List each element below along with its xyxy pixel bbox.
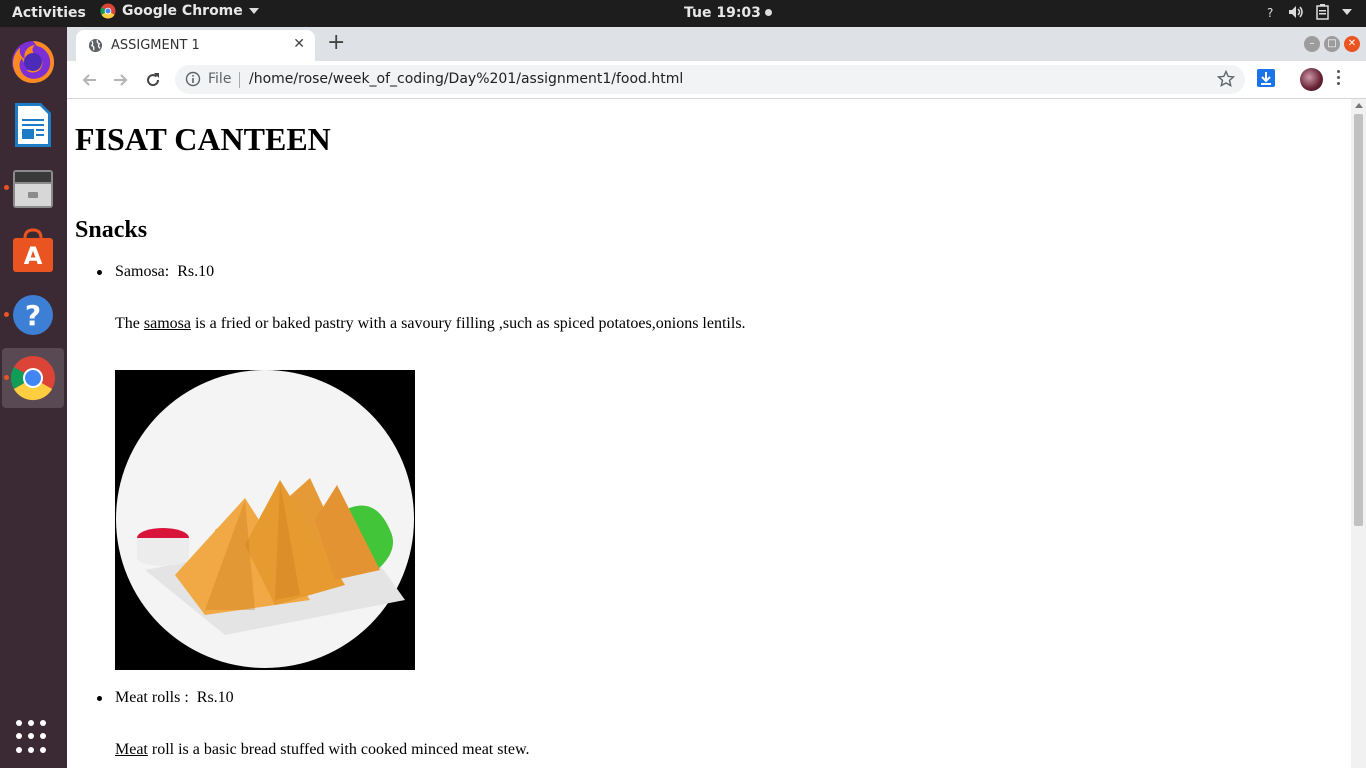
- system-tray[interactable]: ?: [1266, 4, 1352, 20]
- back-icon[interactable]: [78, 69, 100, 91]
- new-tab-button[interactable]: +: [327, 31, 345, 55]
- notification-dot: [764, 9, 772, 16]
- description-text: is a fried or baked pastry with a savour…: [190, 315, 746, 332]
- close-window-button[interactable]: ✕: [1344, 36, 1360, 52]
- maximize-button[interactable]: □: [1324, 36, 1340, 52]
- dock-chrome[interactable]: [2, 348, 64, 408]
- bookmark-star-icon[interactable]: [1217, 70, 1235, 88]
- globe-icon: [88, 38, 103, 53]
- running-indicator: [4, 312, 9, 317]
- system-top-bar: Activities Google Chrome Tue 19:03 ?: [0, 0, 1366, 27]
- download-icon[interactable]: [1257, 69, 1275, 87]
- dock-files[interactable]: [2, 158, 64, 218]
- svg-text:?: ?: [1267, 6, 1273, 19]
- firefox-icon: [12, 41, 55, 83]
- activities-button[interactable]: Activities: [12, 5, 86, 21]
- more-menu-icon[interactable]: [1337, 70, 1340, 85]
- running-indicator: [4, 375, 9, 380]
- window-controls: – □ ✕: [1304, 36, 1360, 52]
- item-label: Samosa: Rs.10: [115, 263, 215, 280]
- software-center-icon: A: [13, 228, 53, 272]
- section-title: Snacks: [75, 217, 148, 243]
- files-icon: [13, 170, 53, 208]
- dock: A ?: [0, 27, 67, 768]
- running-indicator: [4, 185, 9, 190]
- bullet: [97, 696, 102, 701]
- help-tray-icon[interactable]: ?: [1266, 5, 1276, 19]
- dock-firefox[interactable]: [2, 31, 64, 91]
- info-icon[interactable]: [185, 71, 201, 87]
- minimize-button[interactable]: –: [1304, 36, 1320, 52]
- app-menu[interactable]: Google Chrome: [100, 3, 259, 19]
- scroll-up-arrow-icon[interactable]: [1355, 103, 1363, 108]
- svg-text:?: ?: [25, 299, 41, 332]
- description-text: The: [115, 315, 144, 332]
- clock-label: Tue 19:03: [684, 5, 761, 21]
- forward-icon[interactable]: [110, 69, 132, 91]
- system-menu-chevron-icon[interactable]: [1342, 9, 1352, 15]
- item-description-meat-rolls: Meat roll is a basic bread stuffed with …: [115, 741, 530, 759]
- close-tab-icon[interactable]: ✕: [293, 36, 305, 52]
- samosa-link[interactable]: samosa: [144, 315, 191, 332]
- reload-icon[interactable]: [142, 69, 164, 91]
- bullet: [97, 270, 102, 275]
- writer-icon: [15, 103, 51, 147]
- address-separator: [239, 72, 240, 88]
- help-icon: ?: [13, 295, 53, 335]
- tab-strip: ASSIGMENT 1 ✕ + – □ ✕: [67, 27, 1366, 61]
- browser-toolbar: File /home/rose/week_of_coding/Day%201/a…: [67, 61, 1366, 99]
- item-description-samosa: The samosa is a fried or baked pastry wi…: [115, 315, 746, 333]
- list-item-samosa: Samosa: Rs.10: [97, 263, 215, 281]
- meat-link[interactable]: Meat: [115, 741, 148, 758]
- dock-writer[interactable]: [2, 95, 64, 155]
- description-text: roll is a basic bread stuffed with cooke…: [147, 741, 530, 758]
- svg-text:A: A: [24, 242, 43, 270]
- browser-window: ASSIGMENT 1 ✕ + – □ ✕ File /home/rose/we…: [67, 27, 1366, 768]
- item-label: Meat rolls : Rs.10: [115, 689, 234, 706]
- app-menu-label: Google Chrome: [122, 3, 243, 19]
- volume-icon[interactable]: [1288, 5, 1304, 19]
- chrome-small-icon: [100, 3, 116, 19]
- vertical-scrollbar[interactable]: [1351, 99, 1366, 768]
- dock-help[interactable]: ?: [2, 285, 64, 345]
- samosa-image: [115, 370, 415, 670]
- show-applications-icon[interactable]: [16, 720, 50, 754]
- page-viewport: FISAT CANTEEN Snacks Samosa: Rs.10 The s…: [67, 99, 1351, 768]
- dock-software-center[interactable]: A: [2, 221, 64, 281]
- chevron-down-icon: [248, 8, 259, 14]
- clock[interactable]: Tue 19:03: [684, 5, 772, 21]
- url-text[interactable]: /home/rose/week_of_coding/Day%201/assign…: [249, 71, 683, 87]
- tab-assignment-1[interactable]: ASSIGMENT 1 ✕: [76, 30, 315, 61]
- chrome-icon: [10, 356, 55, 401]
- address-bar[interactable]: File /home/rose/week_of_coding/Day%201/a…: [175, 65, 1245, 94]
- scrollbar-thumb[interactable]: [1354, 114, 1363, 526]
- page-title: FISAT CANTEEN: [75, 121, 331, 157]
- profile-avatar[interactable]: [1300, 68, 1323, 91]
- tab-title: ASSIGMENT 1: [111, 38, 200, 53]
- url-scheme-label: File: [208, 71, 232, 87]
- battery-icon[interactable]: [1316, 4, 1330, 20]
- list-item-meat-rolls: Meat rolls : Rs.10: [97, 689, 234, 707]
